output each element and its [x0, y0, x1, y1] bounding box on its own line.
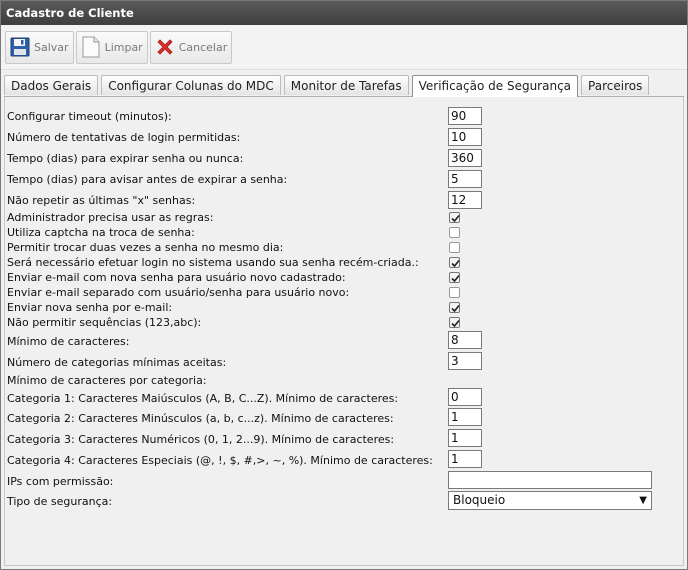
cat4-label: Categoria 4: Caracteres Especiais (@, !,… [7, 454, 433, 467]
checkbox-email-separate[interactable] [449, 287, 460, 298]
password-expire-field[interactable]: 360 [448, 149, 482, 167]
cancel-button[interactable]: Cancelar [149, 30, 233, 64]
save-button[interactable]: Salvar [5, 30, 74, 64]
check-label-relogin: Será necessário efetuar login no sistema… [7, 256, 419, 269]
cat3-label: Categoria 3: Caracteres Numéricos (0, 1,… [7, 433, 395, 446]
min-categories-field[interactable]: 3 [448, 352, 482, 370]
floppy-disk-icon [9, 35, 31, 59]
clear-button[interactable]: Limpar [75, 30, 148, 64]
toolbar: Salvar Limpar Cancelar [1, 25, 687, 70]
checkbox-relogin[interactable] [449, 257, 460, 268]
check-label-email-password: Enviar nova senha por e-mail: [7, 301, 173, 314]
tab-dados-gerais[interactable]: Dados Gerais [4, 75, 99, 95]
checkmark-icon [451, 274, 460, 283]
allowed-ips-label: IPs com permissão: [7, 475, 114, 488]
checkbox-admin-rules[interactable] [449, 212, 460, 223]
checkbox-email-password[interactable] [449, 302, 460, 313]
check-label-captcha: Utiliza captcha na troca de senha: [7, 226, 195, 239]
tab-bar: Dados Gerais Configurar Colunas do MDC M… [4, 75, 684, 97]
checkmark-icon [451, 214, 460, 223]
login-attempts-field[interactable]: 10 [448, 128, 482, 146]
no-repeat-field[interactable]: 12 [448, 191, 482, 209]
check-label-change-twice: Permitir trocar duas vezes a senha no me… [7, 241, 284, 254]
min-chars-field[interactable]: 8 [448, 331, 482, 349]
checkbox-no-sequences[interactable] [449, 317, 460, 328]
client-registration-window: Cadastro de Cliente Salvar Limpar Cancel… [0, 0, 688, 570]
no-repeat-label: Não repetir as últimas "x" senhas: [7, 194, 196, 207]
password-warn-label: Tempo (dias) para avisar antes de expira… [7, 173, 288, 186]
check-label-no-sequences: Não permitir sequências (123,abc): [7, 316, 202, 329]
timeout-field[interactable]: 90 [448, 107, 482, 125]
checkbox-email-new-user[interactable] [449, 272, 460, 283]
password-warn-field[interactable]: 5 [448, 170, 482, 188]
allowed-ips-field[interactable] [448, 471, 652, 489]
tab-monitor-tarefas[interactable]: Monitor de Tarefas [283, 75, 409, 95]
dropdown-arrow-icon: ▼ [639, 495, 647, 506]
security-type-label: Tipo de segurança: [7, 495, 113, 508]
cat3-field[interactable]: 1 [448, 429, 482, 447]
password-expire-label: Tempo (dias) para expirar senha ou nunca… [7, 152, 244, 165]
cancel-button-label: Cancelar [178, 40, 228, 54]
cat4-field[interactable]: 1 [448, 450, 482, 468]
window-title: Cadastro de Cliente [1, 1, 687, 25]
min-categories-label: Número de categorias mínimas aceitas: [7, 356, 227, 369]
check-label-admin-rules: Administrador precisa usar as regras: [7, 211, 214, 224]
save-button-label: Salvar [34, 40, 69, 54]
checkmark-icon [451, 304, 460, 313]
min-chars-label: Mínimo de caracteres: [7, 335, 130, 348]
tab-verificacao-seguranca[interactable]: Verificação de Segurança [411, 75, 579, 97]
cat1-field[interactable]: 0 [448, 388, 482, 406]
cat1-label: Categoria 1: Caracteres Maiúsculos (A, B… [7, 392, 399, 405]
per-category-heading: Mínimo de caracteres por categoria: [7, 374, 207, 387]
checkbox-change-twice[interactable] [449, 242, 460, 253]
tab-configurar-colunas[interactable]: Configurar Colunas do MDC [101, 75, 281, 95]
tab-parceiros[interactable]: Parceiros [581, 75, 650, 95]
red-x-icon [154, 35, 176, 59]
check-label-email-separate: Enviar e-mail separado com usuário/senha… [7, 286, 350, 299]
cat2-label: Categoria 2: Caracteres Minúsculos (a, b… [7, 412, 394, 425]
cat2-field[interactable]: 1 [448, 408, 482, 426]
login-attempts-label: Número de tentativas de login permitidas… [7, 131, 241, 144]
checkbox-captcha[interactable] [449, 227, 460, 238]
security-settings-panel: Configurar timeout (minutos): 90 Número … [4, 97, 684, 566]
blank-document-icon [80, 35, 102, 59]
check-label-email-new-user: Enviar e-mail com nova senha para usuári… [7, 271, 346, 284]
checkmark-icon [451, 259, 460, 268]
checkmark-icon [451, 319, 460, 328]
timeout-label: Configurar timeout (minutos): [7, 110, 172, 123]
security-type-value: Bloqueio [453, 493, 506, 507]
security-type-select[interactable]: Bloqueio ▼ [448, 491, 652, 510]
clear-button-label: Limpar [104, 40, 143, 54]
